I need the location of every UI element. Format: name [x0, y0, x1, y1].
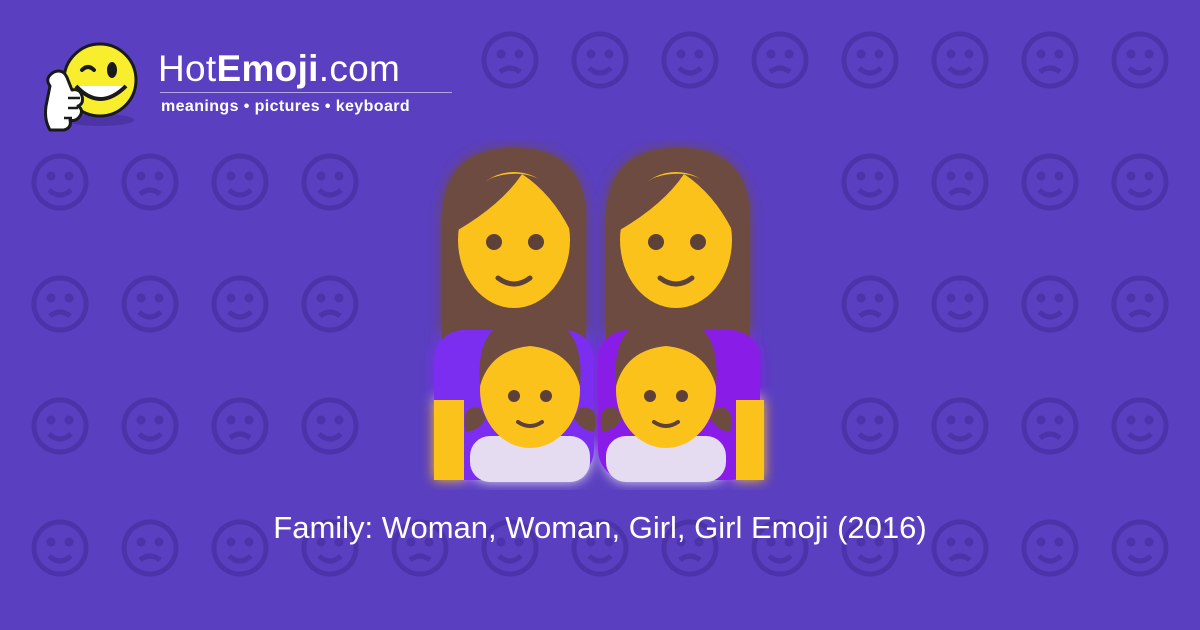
- background-emoji-outline-icon: [841, 31, 899, 89]
- brand-bold: Emoji: [216, 48, 319, 89]
- background-emoji-outline-icon: [1111, 31, 1169, 89]
- background-emoji-outline-icon: [31, 397, 89, 455]
- background-emoji-outline-icon: [211, 275, 269, 333]
- background-emoji-outline-icon: [841, 397, 899, 455]
- background-emoji-outline-icon: [1111, 275, 1169, 333]
- background-emoji-outline-icon: [751, 31, 809, 89]
- background-emoji-outline-icon: [121, 275, 179, 333]
- background-emoji-outline-icon: [1021, 275, 1079, 333]
- emoji-caption: Family: Woman, Woman, Girl, Girl Emoji (…: [273, 510, 927, 545]
- background-emoji-outline-icon: [841, 153, 899, 211]
- background-emoji-outline-icon: [211, 153, 269, 211]
- winking-thumbs-up-smiley-icon: [44, 42, 138, 132]
- brand-suffix: .com: [318, 48, 401, 89]
- background-emoji-outline-icon: [1021, 31, 1079, 89]
- background-emoji-outline-icon: [301, 397, 359, 455]
- background-emoji-outline-icon: [931, 397, 989, 455]
- background-emoji-outline-icon: [481, 31, 539, 89]
- logo-divider: [160, 92, 452, 93]
- background-emoji-outline-icon: [301, 153, 359, 211]
- site-logo[interactable]: HotEmoji.com meanings • pictures • keybo…: [40, 36, 460, 136]
- background-emoji-outline-icon: [931, 153, 989, 211]
- background-emoji-outline-icon: [841, 275, 899, 333]
- background-emoji-outline-icon: [1111, 397, 1169, 455]
- background-emoji-outline-icon: [301, 275, 359, 333]
- background-emoji-outline-icon: [121, 397, 179, 455]
- brand-prefix: Hot: [158, 48, 217, 89]
- background-emoji-outline-icon: [31, 275, 89, 333]
- site-tagline: meanings • pictures • keyboard: [161, 98, 411, 115]
- background-emoji-outline-icon: [1021, 397, 1079, 455]
- family-woman-woman-girl-girl-icon: [434, 148, 764, 482]
- background-emoji-outline-icon: [121, 153, 179, 211]
- site-title: HotEmoji.com: [158, 48, 400, 90]
- background-emoji-outline-icon: [211, 397, 269, 455]
- background-emoji-outline-icon: [931, 275, 989, 333]
- background-emoji-outline-icon: [571, 31, 629, 89]
- background-emoji-outline-icon: [661, 31, 719, 89]
- background-emoji-outline-icon: [1111, 153, 1169, 211]
- background-emoji-outline-icon: [1021, 153, 1079, 211]
- background-emoji-outline-icon: [931, 31, 989, 89]
- background-emoji-outline-icon: [31, 153, 89, 211]
